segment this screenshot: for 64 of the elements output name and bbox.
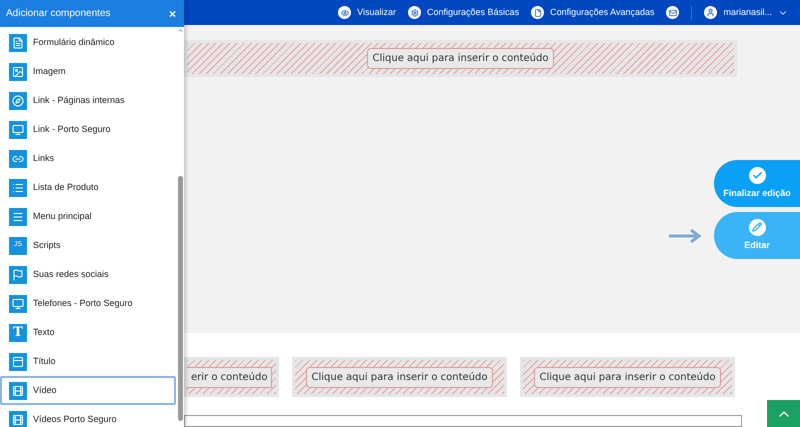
user-menu[interactable]: marianasil... bbox=[704, 6, 788, 20]
content-placeholder[interactable]: erir o conteúdo bbox=[184, 357, 279, 397]
header-link[interactable]: Visualizar bbox=[338, 6, 396, 20]
content-placeholder[interactable]: Clique aqui para inserir o conteúdo bbox=[520, 357, 735, 397]
title-icon bbox=[9, 352, 27, 370]
content-placeholder[interactable]: Clique aqui para inserir o conteúdo bbox=[292, 357, 507, 397]
component-label: Vídeo bbox=[33, 384, 57, 397]
close-button[interactable]: × bbox=[168, 4, 178, 22]
component-label: Links bbox=[33, 152, 54, 165]
preview-icon bbox=[338, 6, 352, 19]
component-item[interactable]: Vídeos Porto Seguro bbox=[0, 405, 176, 427]
insert-content-label: Clique aqui para inserir o conteúdo bbox=[306, 366, 492, 388]
component-item[interactable]: Menu principal bbox=[0, 202, 176, 231]
document-icon bbox=[531, 6, 544, 19]
component-item[interactable]: T Texto bbox=[0, 318, 176, 347]
component-label: Lista de Produto bbox=[33, 180, 99, 194]
component-item[interactable]: Telefones - Porto Seguro bbox=[0, 289, 176, 318]
list-icon bbox=[9, 178, 27, 196]
check-icon bbox=[748, 166, 766, 184]
monitor-icon bbox=[9, 294, 27, 312]
component-label: Telefones - Porto Seguro bbox=[33, 296, 133, 310]
component-item[interactable]: Formulário dinâmico bbox=[0, 28, 176, 57]
text-icon: T bbox=[9, 324, 27, 342]
component-label: Scripts bbox=[33, 238, 61, 252]
panel-title: Adicionar componentes bbox=[6, 7, 111, 21]
component-label: Menu principal bbox=[33, 210, 92, 223]
component-label: Imagem bbox=[33, 64, 66, 78]
component-label: Suas redes sociais bbox=[33, 268, 109, 281]
insert-content-label: Clique aqui para inserir o conteúdo bbox=[534, 366, 720, 388]
component-label: Título bbox=[33, 354, 56, 368]
scrollbar-thumb[interactable] bbox=[178, 176, 182, 421]
settings-icon bbox=[408, 6, 422, 19]
scroll-top-button[interactable] bbox=[767, 400, 800, 427]
component-item[interactable]: Imagem bbox=[0, 57, 176, 86]
component-label: Vídeos Porto Seguro bbox=[33, 412, 117, 426]
form-icon bbox=[9, 34, 27, 52]
insert-content-label: Clique aqui para inserir o conteúdo bbox=[367, 48, 554, 69]
component-item[interactable]: Link - Porto Seguro bbox=[0, 115, 176, 144]
component-label: Link - Porto Seguro bbox=[33, 122, 111, 136]
component-item[interactable]: Links bbox=[0, 144, 176, 173]
component-item[interactable]: Lista de Produto bbox=[0, 173, 176, 202]
menu-icon bbox=[9, 208, 27, 226]
arrow-icon bbox=[668, 228, 702, 242]
user-icon bbox=[704, 6, 718, 19]
monitor-icon bbox=[9, 120, 27, 138]
header-link[interactable]: Configurações Básicas bbox=[408, 6, 520, 20]
pencil-icon bbox=[748, 218, 766, 236]
link-icon bbox=[9, 150, 27, 168]
image-icon bbox=[9, 62, 27, 80]
flag-icon bbox=[9, 266, 27, 284]
component-item[interactable]: Suas redes sociais bbox=[0, 260, 176, 289]
content-placeholder[interactable]: Clique aqui para inserir o conteúdo bbox=[184, 40, 737, 77]
component-item[interactable]: Vídeo bbox=[0, 376, 176, 405]
component-label: Formulário dinâmico bbox=[33, 36, 115, 49]
insert-content-label: erir o conteúdo bbox=[187, 366, 272, 388]
scroll-up-icon[interactable] bbox=[176, 27, 184, 34]
film-icon bbox=[9, 382, 27, 400]
mail-icon[interactable] bbox=[666, 6, 680, 19]
component-label: Link - Páginas internas bbox=[33, 94, 125, 107]
component-label: Texto bbox=[33, 326, 55, 339]
component-item[interactable]: Título bbox=[0, 347, 176, 376]
compass-icon bbox=[9, 92, 27, 110]
header-link[interactable]: Configurações Avançadas bbox=[531, 6, 654, 20]
component-item[interactable]: Link - Páginas internas bbox=[0, 86, 176, 115]
